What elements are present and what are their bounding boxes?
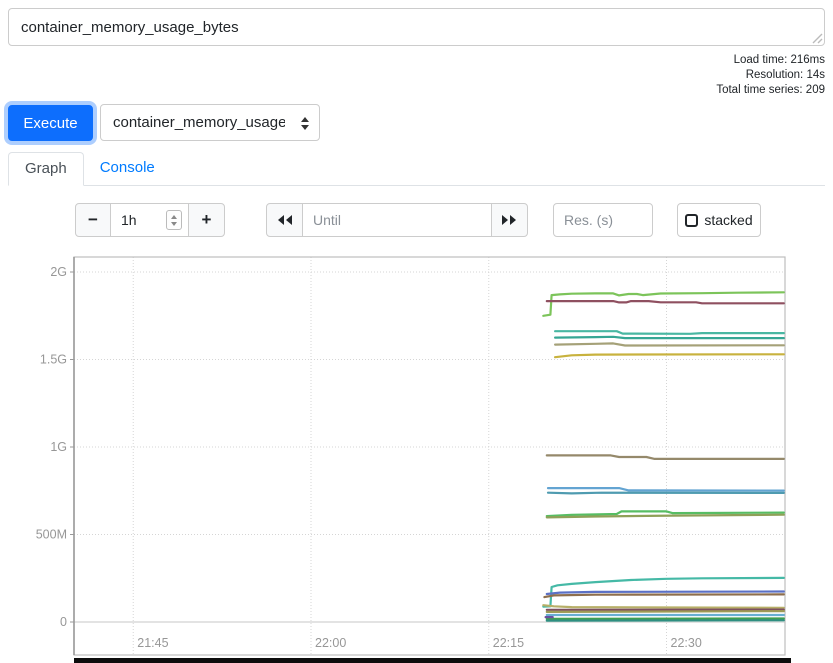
x-tick-label: 22:00 xyxy=(315,636,346,650)
y-tick-label: 1.5G xyxy=(40,353,67,367)
query-input[interactable] xyxy=(8,8,825,46)
series-line xyxy=(547,455,784,459)
x-tick-label: 21:45 xyxy=(137,636,168,650)
x-tick-label: 22:30 xyxy=(671,636,702,650)
select-updown-icon xyxy=(300,116,310,131)
series-line xyxy=(555,343,784,345)
range-input-group: − + xyxy=(75,203,225,237)
resolution-input[interactable] xyxy=(553,203,653,237)
range-increase-button[interactable]: + xyxy=(188,203,225,237)
series-line xyxy=(543,605,784,608)
range-decrease-button[interactable]: − xyxy=(75,203,111,237)
resolution: Resolution: 14s xyxy=(716,68,825,83)
series-line xyxy=(543,292,784,316)
series-line xyxy=(547,611,784,612)
series-line xyxy=(548,488,784,491)
total-time-series: Total time series: 209 xyxy=(716,83,825,98)
series-line xyxy=(555,354,784,357)
until-input-group xyxy=(266,203,528,237)
series-line xyxy=(544,594,783,597)
series-line xyxy=(555,337,784,338)
query-stats: Load time: 216ms Resolution: 14s Total t… xyxy=(716,53,825,98)
tab-bar: Graph Console xyxy=(8,152,825,186)
graph-canvas: 21:45 22:00 22:15 22:30 2G 1.5G 1G 500M 0 xyxy=(0,0,833,663)
tab-graph[interactable]: Graph xyxy=(8,152,84,186)
load-time: Load time: 216ms xyxy=(716,53,825,68)
until-input[interactable] xyxy=(302,203,492,237)
stacked-label: stacked xyxy=(704,212,752,228)
time-backward-button[interactable] xyxy=(266,203,303,237)
prometheus-expression-browser: Load time: 216ms Resolution: 14s Total t… xyxy=(0,0,833,663)
metric-dropdown[interactable]: container_memory_usage xyxy=(100,104,320,141)
series-line xyxy=(548,493,784,494)
y-tick-label: 1G xyxy=(50,440,67,454)
execute-button[interactable]: Execute xyxy=(8,105,93,141)
series-line xyxy=(543,578,784,607)
series-line xyxy=(547,301,784,303)
series-line xyxy=(547,592,784,595)
bottom-scrollbar[interactable] xyxy=(74,658,791,663)
series-line xyxy=(547,511,784,516)
y-tick-label: 0 xyxy=(60,615,67,629)
tab-console[interactable]: Console xyxy=(84,151,171,185)
series-line xyxy=(555,331,784,334)
rewind-icon xyxy=(276,214,293,226)
series-line xyxy=(547,515,784,518)
x-tick-label: 22:15 xyxy=(493,636,524,650)
stacked-checkbox[interactable] xyxy=(685,214,698,227)
fast-forward-icon xyxy=(501,214,518,226)
metric-dropdown-value: container_memory_usage xyxy=(113,114,285,131)
y-tick-label: 500M xyxy=(36,528,67,542)
time-forward-button[interactable] xyxy=(491,203,528,237)
stacked-toggle-button[interactable]: stacked xyxy=(677,203,761,237)
y-tick-label: 2G xyxy=(50,265,67,279)
number-spinner-icon[interactable] xyxy=(166,210,182,230)
